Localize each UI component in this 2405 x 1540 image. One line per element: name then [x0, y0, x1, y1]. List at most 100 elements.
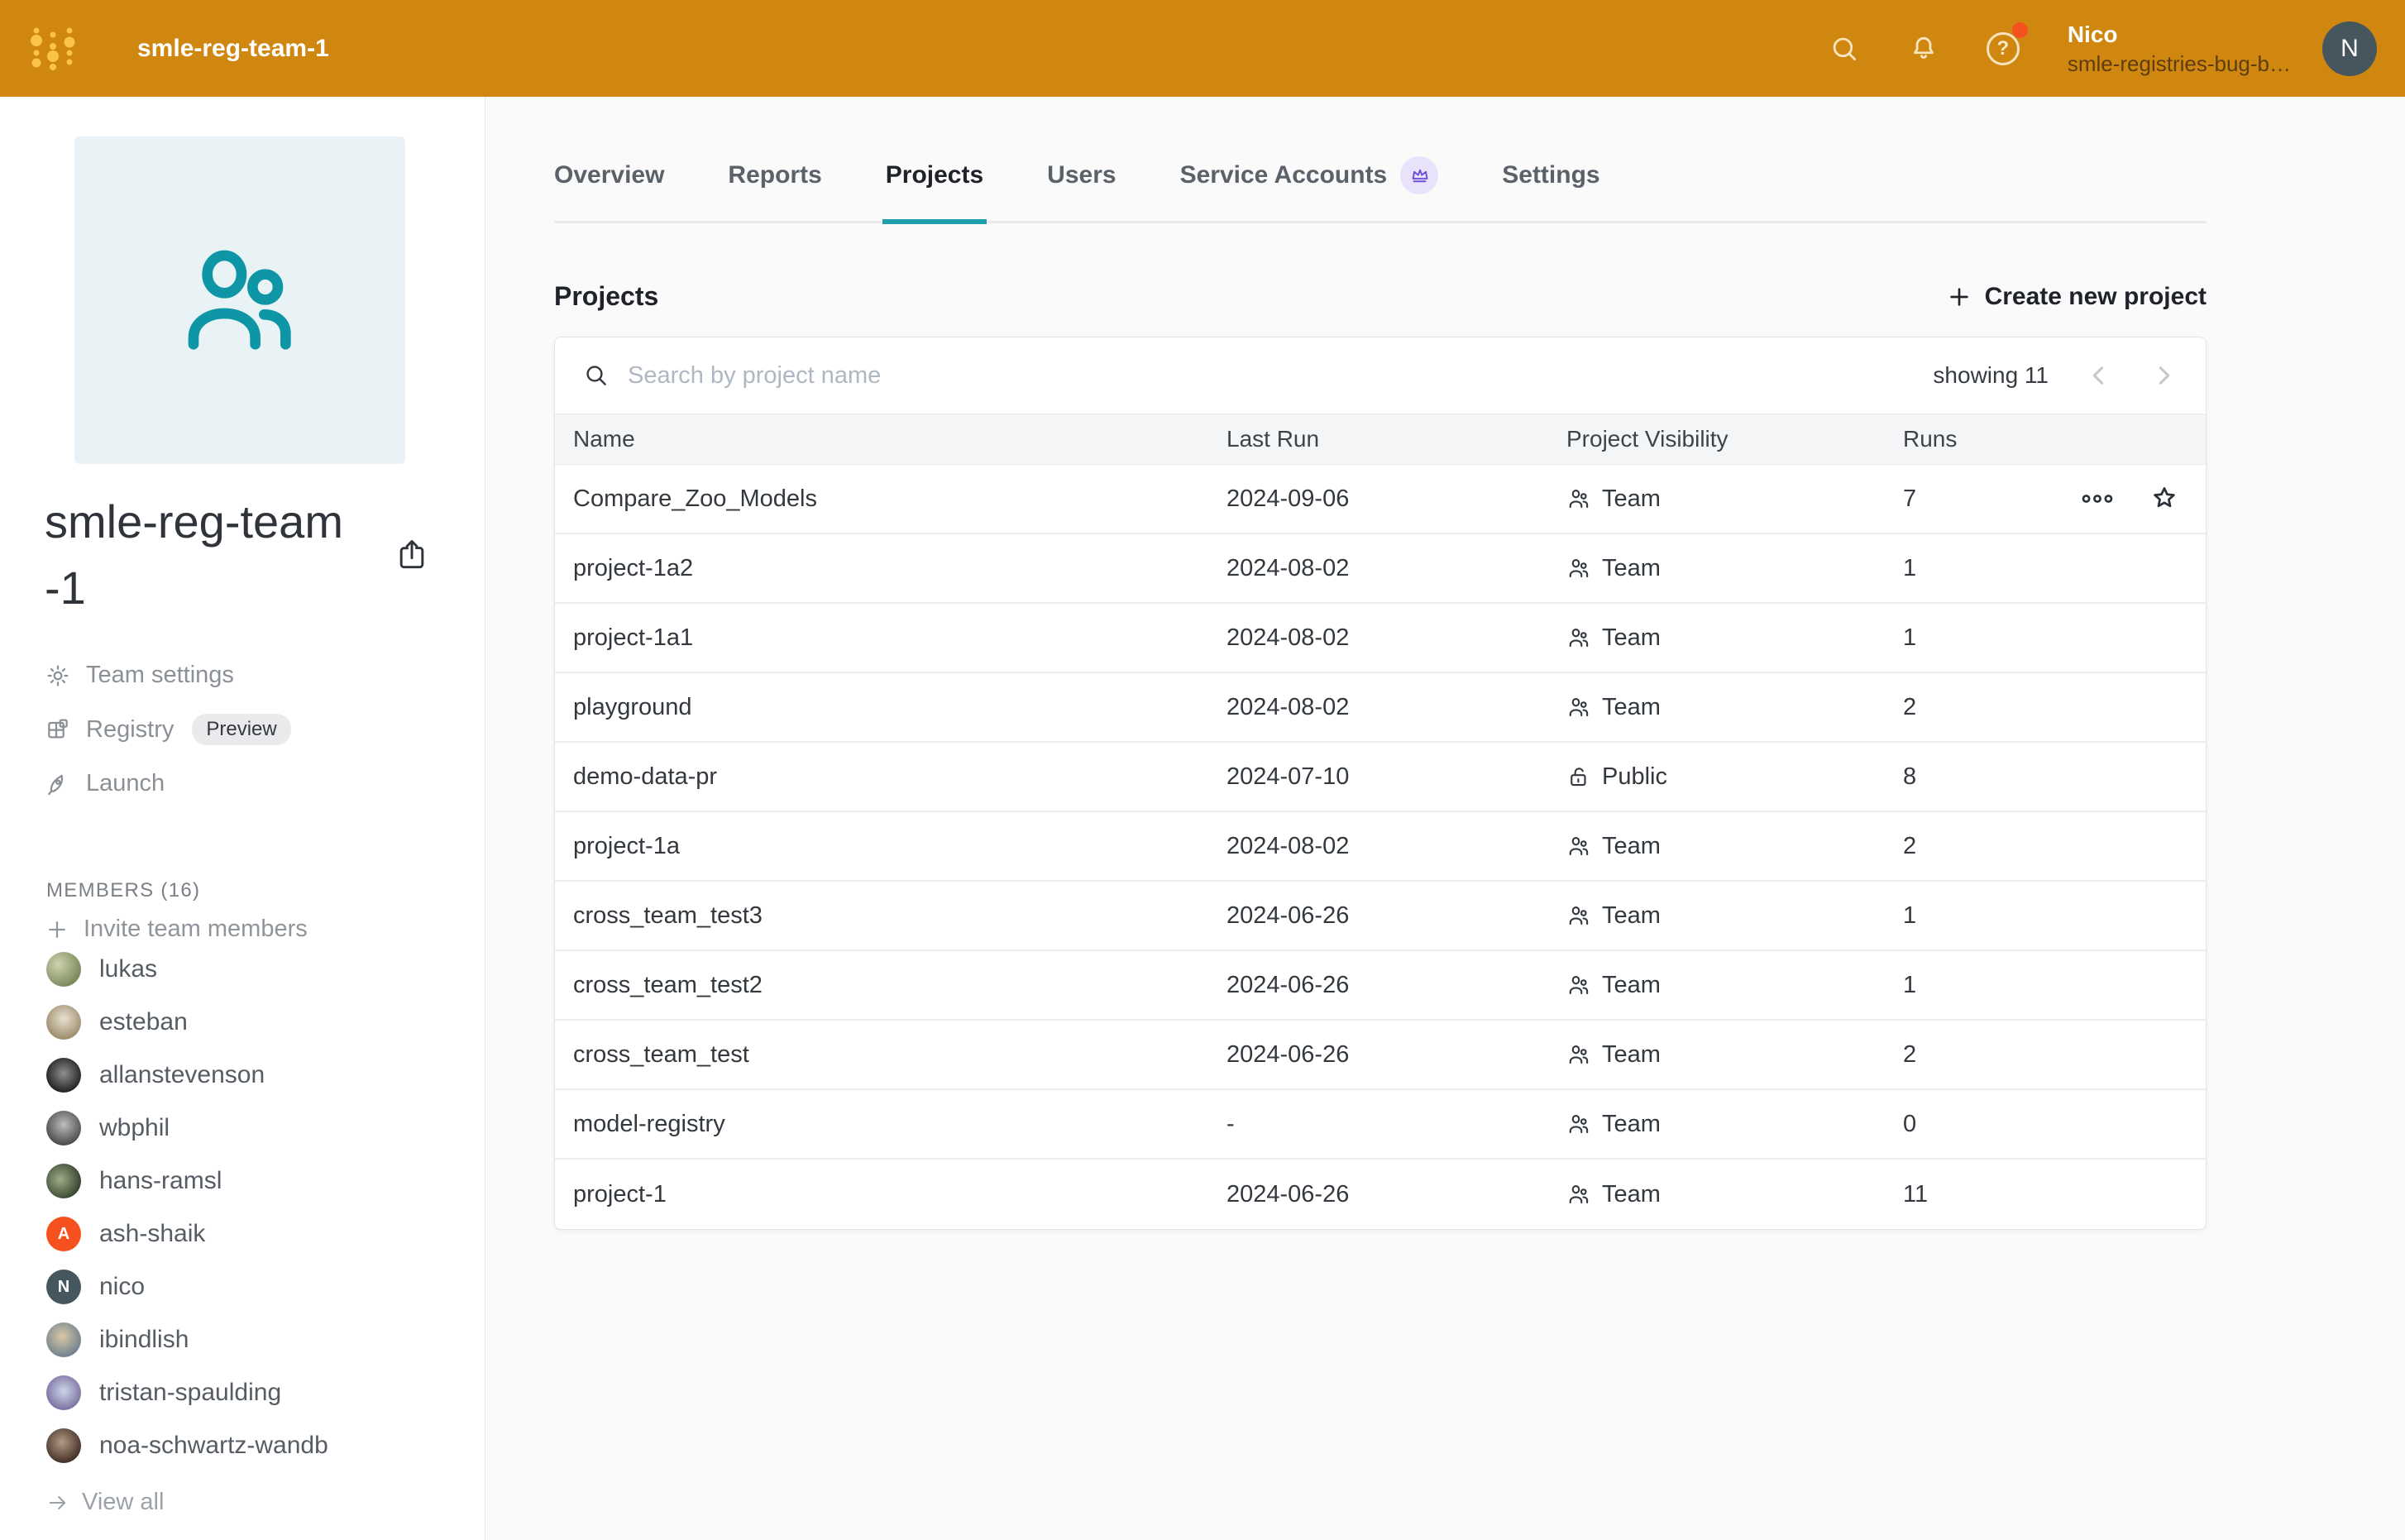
member-list-item[interactable]: ibindlish	[0, 1313, 485, 1366]
member-list-item[interactable]: allanstevenson	[0, 1049, 485, 1102]
top-navbar: smle-reg-team-1 ? Nico smle-registries-b…	[0, 0, 2405, 97]
table-row[interactable]: Compare_Zoo_Models 2024-09-06 Team 7	[555, 465, 2206, 534]
user-menu[interactable]: Nico smle-registries-bug-b…	[2068, 20, 2291, 78]
tab[interactable]: Overview	[554, 156, 664, 221]
tab[interactable]: Settings	[1502, 156, 1599, 221]
member-list-item[interactable]: hans-ramsl	[0, 1155, 485, 1208]
member-list-item[interactable]: tristan-spaulding	[0, 1366, 485, 1419]
chevron-right-icon[interactable]	[2149, 361, 2178, 390]
help-icon[interactable]: ?	[1987, 32, 2020, 65]
share-icon[interactable]	[394, 537, 432, 575]
avatar[interactable]: N	[2322, 22, 2377, 76]
rocket-icon	[45, 771, 71, 797]
team-people-icon	[1566, 486, 1591, 511]
member-avatar	[46, 1375, 81, 1410]
table-row[interactable]: project-1 2024-06-26 Team 11	[555, 1160, 2206, 1229]
project-name[interactable]: cross_team_test2	[573, 972, 1226, 999]
member-name: nico	[99, 1273, 145, 1301]
member-list-item[interactable]: lukas	[0, 943, 485, 996]
project-visibility: Public	[1566, 763, 1903, 791]
search-icon	[583, 362, 610, 389]
wandb-logo-icon[interactable]	[28, 22, 78, 75]
team-people-icon	[1566, 973, 1591, 997]
view-all-link[interactable]: View all	[46, 1489, 485, 1516]
project-runs: 2	[1903, 694, 2035, 721]
project-name[interactable]: model-registry	[573, 1111, 1226, 1138]
member-name: esteban	[99, 1008, 188, 1036]
registry-icon	[45, 716, 71, 743]
team-people-icon	[174, 234, 306, 366]
project-name[interactable]: Compare_Zoo_Models	[573, 485, 1226, 513]
tab[interactable]: Reports	[728, 156, 821, 221]
table-row[interactable]: demo-data-pr 2024-07-10 Public 8	[555, 743, 2206, 812]
tab[interactable]: Projects	[886, 156, 983, 221]
create-new-project-button[interactable]: Create new project	[1946, 283, 2207, 311]
plus-icon	[45, 917, 69, 942]
project-name[interactable]: project-1a	[573, 833, 1226, 860]
project-name[interactable]: demo-data-pr	[573, 763, 1226, 791]
project-name[interactable]: project-1a2	[573, 555, 1226, 582]
team-people-icon	[1566, 695, 1591, 720]
table-row[interactable]: project-1a2 2024-08-02 Team 1	[555, 534, 2206, 604]
project-visibility: Team	[1566, 485, 1903, 513]
tab[interactable]: Users	[1047, 156, 1116, 221]
table-row[interactable]: cross_team_test3 2024-06-26 Team 1	[555, 882, 2206, 951]
project-name[interactable]: cross_team_test3	[573, 902, 1226, 930]
project-name[interactable]: cross_team_test	[573, 1041, 1226, 1069]
sidebar-menu-item[interactable]: Team settings	[0, 649, 485, 701]
member-list-item[interactable]: A ash-shaik	[0, 1208, 485, 1260]
table-row[interactable]: cross_team_test 2024-06-26 Team 2	[555, 1021, 2206, 1090]
chevron-left-icon[interactable]	[2085, 361, 2113, 390]
project-last-run: 2024-06-26	[1226, 1181, 1566, 1208]
app-title: smle-reg-team-1	[137, 35, 329, 63]
table-row[interactable]: project-1a 2024-08-02 Team 2	[555, 812, 2206, 882]
member-list-item[interactable]: N nico	[0, 1260, 485, 1313]
member-name: wbphil	[99, 1114, 170, 1142]
crown-badge-icon	[1400, 156, 1438, 194]
member-avatar: N	[46, 1270, 81, 1304]
member-avatar	[46, 1111, 81, 1145]
project-search-input[interactable]	[628, 362, 1915, 390]
bell-icon[interactable]	[1907, 32, 1940, 65]
main-content: Overview Reports Projects Users Service	[485, 97, 2405, 1540]
member-avatar	[46, 1322, 81, 1357]
project-name[interactable]: project-1a1	[573, 624, 1226, 652]
tab[interactable]: Service Accounts	[1180, 156, 1439, 221]
section-title: Projects	[554, 281, 658, 312]
project-last-run: 2024-06-26	[1226, 1041, 1566, 1069]
table-row[interactable]: project-1a1 2024-08-02 Team 1	[555, 604, 2206, 673]
project-name[interactable]: playground	[573, 694, 1226, 721]
member-list-item[interactable]: esteban	[0, 996, 485, 1049]
table-row[interactable]: playground 2024-08-02 Team 2	[555, 673, 2206, 743]
col-runs: Runs	[1903, 426, 2035, 452]
table-row[interactable]: cross_team_test2 2024-06-26 Team 1	[555, 951, 2206, 1021]
member-avatar	[46, 1164, 81, 1198]
project-visibility: Team	[1566, 694, 1903, 721]
sidebar-menu-item[interactable]: Launch	[0, 758, 485, 810]
member-list-item[interactable]: wbphil	[0, 1102, 485, 1155]
member-name: noa-schwartz-wandb	[99, 1432, 328, 1460]
project-last-run: 2024-09-06	[1226, 485, 1566, 513]
plus-icon	[1946, 284, 1972, 310]
sidebar-menu-item[interactable]: Registry Preview	[0, 701, 485, 758]
table-row[interactable]: model-registry - Team 0	[555, 1090, 2206, 1160]
project-last-run: -	[1226, 1111, 1566, 1138]
team-people-icon	[1566, 1112, 1591, 1136]
member-list-item[interactable]: noa-schwartz-wandb	[0, 1419, 485, 1472]
user-org: smle-registries-bug-b…	[2068, 50, 2291, 78]
invite-team-members-button[interactable]: Invite team members	[0, 916, 485, 943]
project-visibility: Team	[1566, 1111, 1903, 1138]
project-name[interactable]: project-1	[573, 1181, 1226, 1208]
overflow-menu-icon[interactable]	[2082, 493, 2113, 505]
member-name: hans-ramsl	[99, 1167, 222, 1195]
member-avatar	[46, 952, 81, 987]
project-last-run: 2024-06-26	[1226, 972, 1566, 999]
search-icon[interactable]	[1828, 32, 1861, 65]
project-last-run: 2024-08-02	[1226, 624, 1566, 652]
project-visibility: Team	[1566, 833, 1903, 860]
project-last-run: 2024-08-02	[1226, 694, 1566, 721]
team-name: smle-reg-team -1	[45, 489, 343, 621]
col-last-run: Last Run	[1226, 426, 1566, 452]
members-header: MEMBERS (16)	[46, 879, 485, 902]
star-icon[interactable]	[2149, 484, 2179, 514]
